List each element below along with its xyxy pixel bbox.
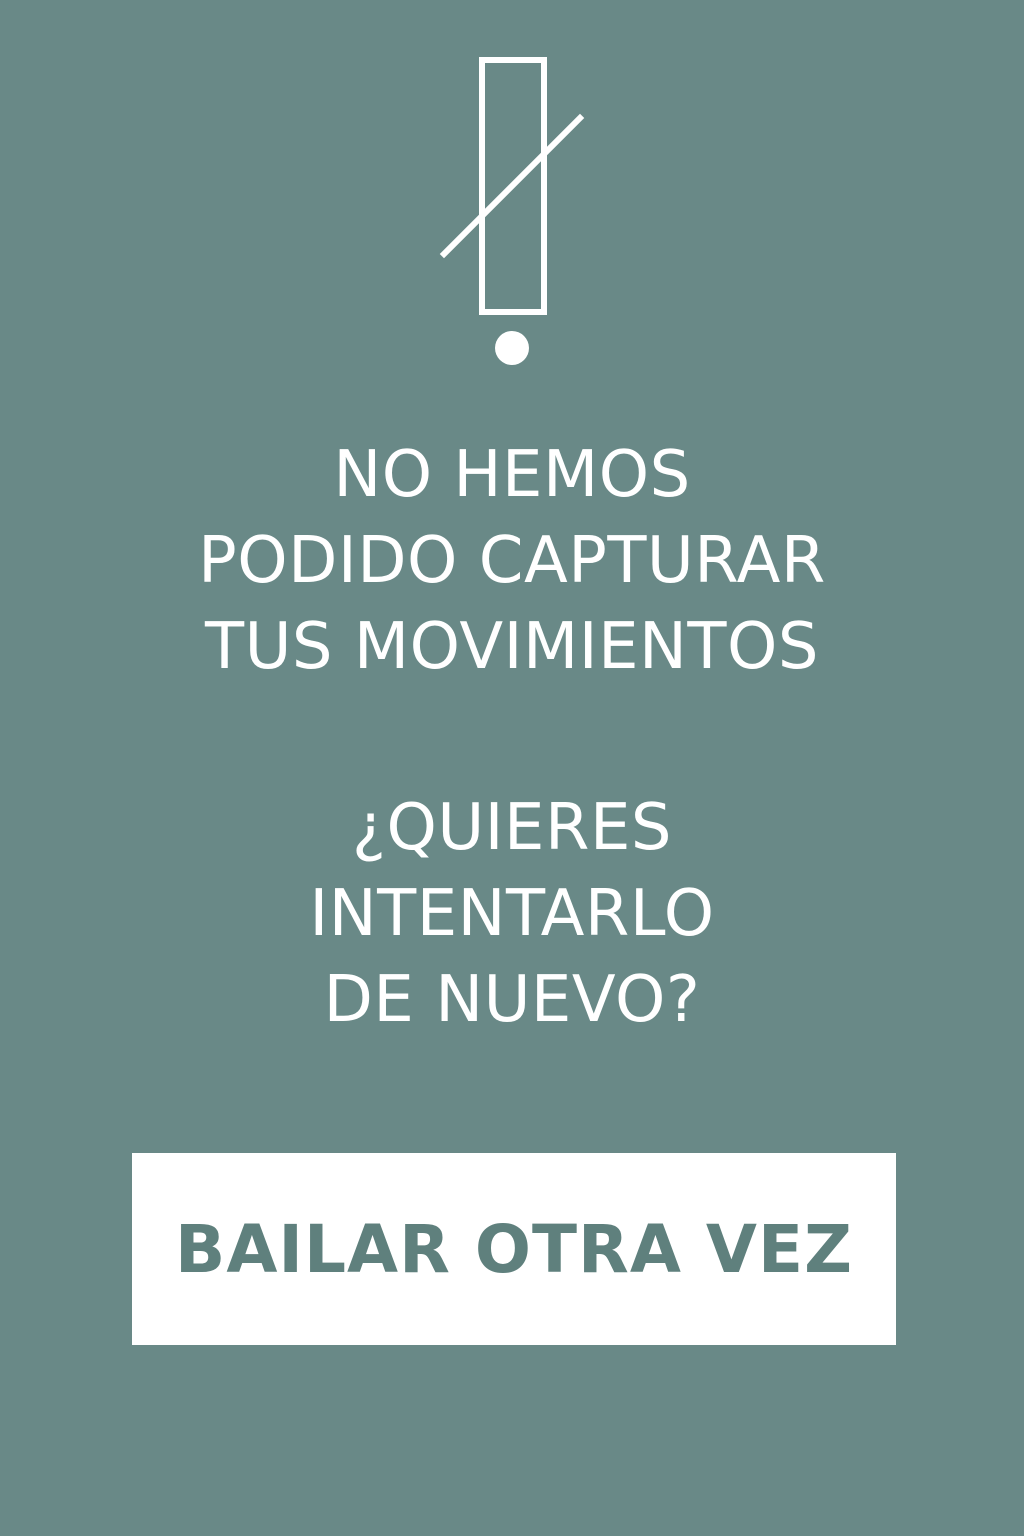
- message-line-2: PODIDO CAPTURAR: [198, 524, 826, 598]
- message-line-3: TUS MOVIMIENTOS: [204, 610, 820, 684]
- dance-again-button[interactable]: BAILAR OTRA VEZ: [132, 1153, 896, 1345]
- retry-question: ¿QUIERES INTENTARLO DE NUEVO?: [0, 785, 1024, 1043]
- dance-again-button-label: BAILAR OTRA VEZ: [175, 1210, 853, 1288]
- question-line-3: DE NUEVO?: [323, 963, 701, 1037]
- message-line-1: NO HEMOS: [333, 438, 691, 512]
- capture-failed-message: NO HEMOS PODIDO CAPTURAR TUS MOVIMIENTOS: [0, 432, 1024, 690]
- no-motion-alert-icon: [439, 57, 585, 365]
- question-line-2: INTENTARLO: [309, 877, 715, 951]
- question-line-1: ¿QUIERES: [351, 791, 673, 865]
- capture-error-screen: NO HEMOS PODIDO CAPTURAR TUS MOVIMIENTOS…: [0, 0, 1024, 1536]
